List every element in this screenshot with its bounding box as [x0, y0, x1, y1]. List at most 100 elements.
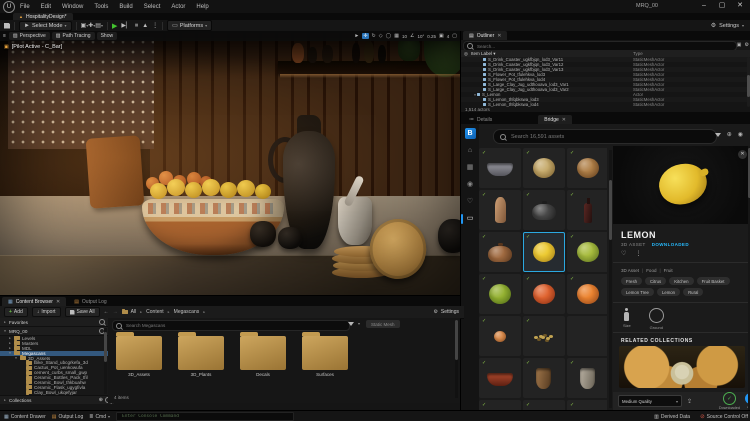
tag-fruit-basket[interactable]: Fruit Basket: [697, 277, 730, 285]
scale-snap-value[interactable]: 0.25: [427, 34, 436, 39]
menu-window[interactable]: Window: [62, 4, 83, 10]
asset-brown-melon[interactable]: ✓: [567, 148, 607, 188]
asset-tan-melon[interactable]: ✓: [523, 148, 565, 188]
expand-arrow[interactable]: ▾: [14, 356, 18, 360]
expand-arrow[interactable]: ▾: [8, 351, 12, 355]
camera-speed-value[interactable]: 4: [447, 34, 450, 39]
cinematics-icon[interactable]: ▤▾: [95, 22, 103, 29]
camera-speed-icon[interactable]: ▣: [439, 33, 444, 39]
world-space-icon[interactable]: ◯: [386, 33, 392, 39]
kebab-menu-icon[interactable]: ⋮: [152, 22, 158, 29]
type-column[interactable]: Type: [633, 51, 750, 56]
add-button[interactable]: + Add: [4, 307, 28, 317]
save-all-button[interactable]: Save All: [65, 307, 100, 317]
angle-snap-value[interactable]: 10°: [417, 34, 424, 39]
asset-terracotta-pot[interactable]: ✓: [523, 400, 565, 410]
tab-outliner[interactable]: ▤ Outliner ✕: [463, 31, 507, 40]
grid-snap-value[interactable]: 10: [402, 34, 407, 39]
profile-icon[interactable]: ◉: [463, 180, 477, 190]
rotate-tool-icon[interactable]: ↻: [372, 33, 376, 39]
tag-lemon[interactable]: Lemon: [657, 288, 680, 296]
collections-row[interactable]: ▸ Collections ⊕: [0, 395, 114, 404]
folder-3d-plants[interactable]: 3D_Plants: [174, 332, 228, 377]
bridge-search[interactable]: [493, 129, 717, 144]
favorites-icon[interactable]: ♡: [463, 197, 477, 207]
stop-button[interactable]: ■: [135, 23, 139, 29]
project-root-row[interactable]: ▾ MRQ_00: [0, 327, 108, 336]
menu-tools[interactable]: Tools: [94, 4, 108, 10]
favorites-row[interactable]: ▸ Favorites: [0, 318, 108, 327]
add-collection-icon[interactable]: ⊕: [99, 397, 103, 403]
outliner-search-input[interactable]: [475, 43, 733, 50]
menu-help[interactable]: Help: [196, 4, 208, 10]
bridge-logo[interactable]: B: [465, 128, 476, 139]
asset-marble-pot[interactable]: ✓: [567, 400, 607, 410]
asset-search[interactable]: [112, 320, 350, 331]
asset-dark-red-bowl[interactable]: ✓: [479, 400, 521, 410]
asset-orange[interactable]: ✓: [567, 274, 607, 314]
console-input[interactable]: [120, 413, 290, 420]
tab-bridge[interactable]: Bridge ✕: [538, 115, 572, 124]
expand-arrow[interactable]: ▸: [8, 346, 12, 350]
asset-black-lidded-pot[interactable]: ✓: [523, 190, 565, 230]
tag-rural[interactable]: Rural: [683, 288, 703, 296]
grid-snap-icon[interactable]: ▦: [394, 33, 399, 39]
add-circle-icon[interactable]: ⊕: [727, 131, 732, 138]
add-actor-icon[interactable]: ▣▾: [81, 22, 89, 29]
local-icon[interactable]: ▭: [463, 214, 477, 224]
eject-button[interactable]: ▲: [142, 23, 148, 29]
folder-surfaces[interactable]: Surfaces: [298, 332, 352, 377]
close-icon[interactable]: ✕: [497, 33, 501, 39]
visibility-column-icon[interactable]: ◎: [461, 51, 471, 57]
asset-clay-cup[interactable]: ✓: [523, 358, 565, 398]
viewport[interactable]: ≡ ▧ Perspective ▨ Path Tracing Show ► ✛ …: [0, 31, 460, 295]
asset-red-bowl[interactable]: ✓: [479, 358, 521, 398]
asset-clay-lidded-pot[interactable]: ✓: [479, 232, 521, 272]
gear-icon[interactable]: ⚙: [745, 42, 749, 48]
asset-lemon[interactable]: ✓: [523, 232, 565, 272]
tab-details[interactable]: ≔ Details: [463, 115, 498, 124]
blueprints-icon[interactable]: ✚▾: [88, 22, 95, 29]
breadcrumb-3d-asset[interactable]: 3D Asset: [621, 268, 639, 273]
tag-kitchen[interactable]: Kitchen: [669, 277, 693, 285]
output-log-button[interactable]: ▤ Output Log: [52, 414, 83, 420]
content-drawer-button[interactable]: ▦ Content Drawer: [4, 414, 46, 420]
folder-decals[interactable]: Decals: [236, 332, 290, 377]
view-mode-dropdown[interactable]: ▨ Path Tracing: [52, 32, 95, 40]
quality-dropdown[interactable]: Medium Quality▾: [618, 395, 682, 407]
cb-settings-button[interactable]: ⚙ Settings: [433, 309, 459, 315]
close-detail-button[interactable]: ✕: [738, 150, 747, 159]
outliner-row[interactable]: S_Lemon_thfqbkswa_lod4StaticMeshActor: [461, 102, 750, 107]
asset-apricot[interactable]: ✓: [479, 316, 521, 356]
tab-output-log[interactable]: ▤ Output Log: [68, 297, 112, 306]
show-dropdown[interactable]: Show: [97, 32, 118, 40]
bridge-search-input[interactable]: [509, 133, 710, 141]
asset-stone-goblet[interactable]: ✓: [567, 358, 607, 398]
asset-clay-vase[interactable]: ✓: [479, 190, 521, 230]
filter-icon[interactable]: [348, 322, 354, 326]
maximize-button[interactable]: ▢: [714, 0, 730, 13]
tag-fresh[interactable]: Fresh: [621, 277, 642, 285]
more-options-icon[interactable]: ⋮: [635, 250, 641, 257]
menu-build[interactable]: Build: [119, 4, 132, 10]
favorite-heart-icon[interactable]: ♡: [621, 250, 626, 257]
play-button[interactable]: ▶: [112, 22, 117, 30]
forward-button[interactable]: →: [113, 309, 118, 315]
unreal-logo-icon[interactable]: U: [3, 1, 15, 13]
select-tool-icon[interactable]: ►: [354, 33, 359, 39]
viewport-menu-icon[interactable]: ≡: [3, 33, 6, 39]
expand-arrow[interactable]: ▸: [8, 341, 12, 345]
project-tab[interactable]: ▲ HospitalityDesign*: [13, 13, 73, 20]
close-icon[interactable]: ✕: [562, 117, 566, 123]
tag-lemon-tree[interactable]: Lemon Tree: [621, 288, 654, 296]
asset-stone-bowl[interactable]: ✓: [479, 148, 521, 188]
close-button[interactable]: ✕: [732, 0, 748, 13]
scale-tool-icon[interactable]: ◇: [379, 33, 383, 39]
assets-scrollbar[interactable]: [455, 320, 458, 398]
crumb-megascans[interactable]: Megascans: [174, 309, 200, 315]
downloaded-button[interactable]: ✓ Downloaded: [719, 392, 740, 410]
breadcrumb-food[interactable]: Food: [646, 268, 656, 273]
breadcrumb-fruit[interactable]: Fruit: [664, 268, 673, 273]
expand-arrow[interactable]: ▸: [8, 336, 12, 340]
crumb-all[interactable]: All: [131, 309, 137, 315]
